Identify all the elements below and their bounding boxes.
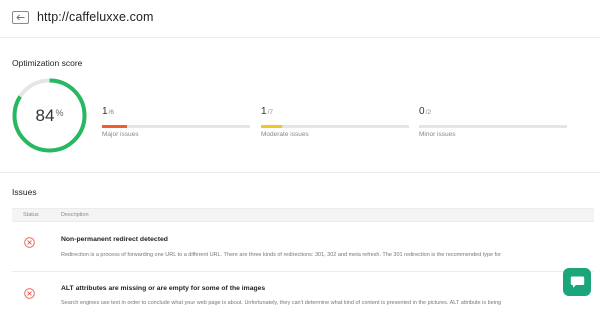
major-total: /6 [108,109,114,116]
issue-description: Search engines use text in order to conc… [61,300,502,306]
stat-moderate-issues: 1/7 Moderate issues [261,106,411,138]
minor-count: 0 [419,106,425,117]
error-x-icon [24,288,35,299]
section-divider [0,172,600,173]
minor-label: Minor issues [419,131,456,138]
issue-row[interactable]: Non-permanent redirect detected Redirect… [12,222,594,272]
minor-total: /2 [425,109,431,116]
issue-description: Redirection is a process of forwarding o… [61,252,502,258]
score-unit: % [55,107,64,118]
minor-progress-bar [419,125,567,128]
issue-row[interactable]: ALT attributes are missing or are empty … [12,272,594,315]
moderate-progress-bar [261,125,409,128]
issues-title: Issues [12,187,37,197]
major-progress-bar [102,125,250,128]
description-column-header: Description [61,212,89,218]
major-count: 1 [102,106,108,117]
arrow-left-icon [16,14,25,21]
major-progress-fill [102,125,127,128]
back-button[interactable] [12,11,29,24]
score-gauge: 84 % [11,77,88,154]
optimization-score-title: Optimization score [12,58,83,68]
stat-minor-issues: 0/2 Minor issues [419,106,569,138]
stat-major-issues: 1/6 Major issues [102,106,252,138]
moderate-progress-fill [261,125,283,128]
score-value: 84 [35,105,55,125]
issue-title: ALT attributes are missing or are empty … [61,285,266,292]
issue-title: Non-permanent redirect detected [61,236,168,243]
error-x-icon [24,237,35,248]
moderate-total: /7 [267,109,273,116]
moderate-count: 1 [261,106,267,117]
site-url: http://caffeluxxe.com [37,10,154,24]
page-header: http://caffeluxxe.com [0,0,600,38]
issues-table-header: Status Description [12,208,594,222]
chat-button[interactable] [563,268,591,296]
moderate-label: Moderate issues [261,131,309,138]
chat-bubble-icon [570,276,584,288]
status-column-header: Status [23,212,39,218]
major-label: Major issues [102,131,139,138]
